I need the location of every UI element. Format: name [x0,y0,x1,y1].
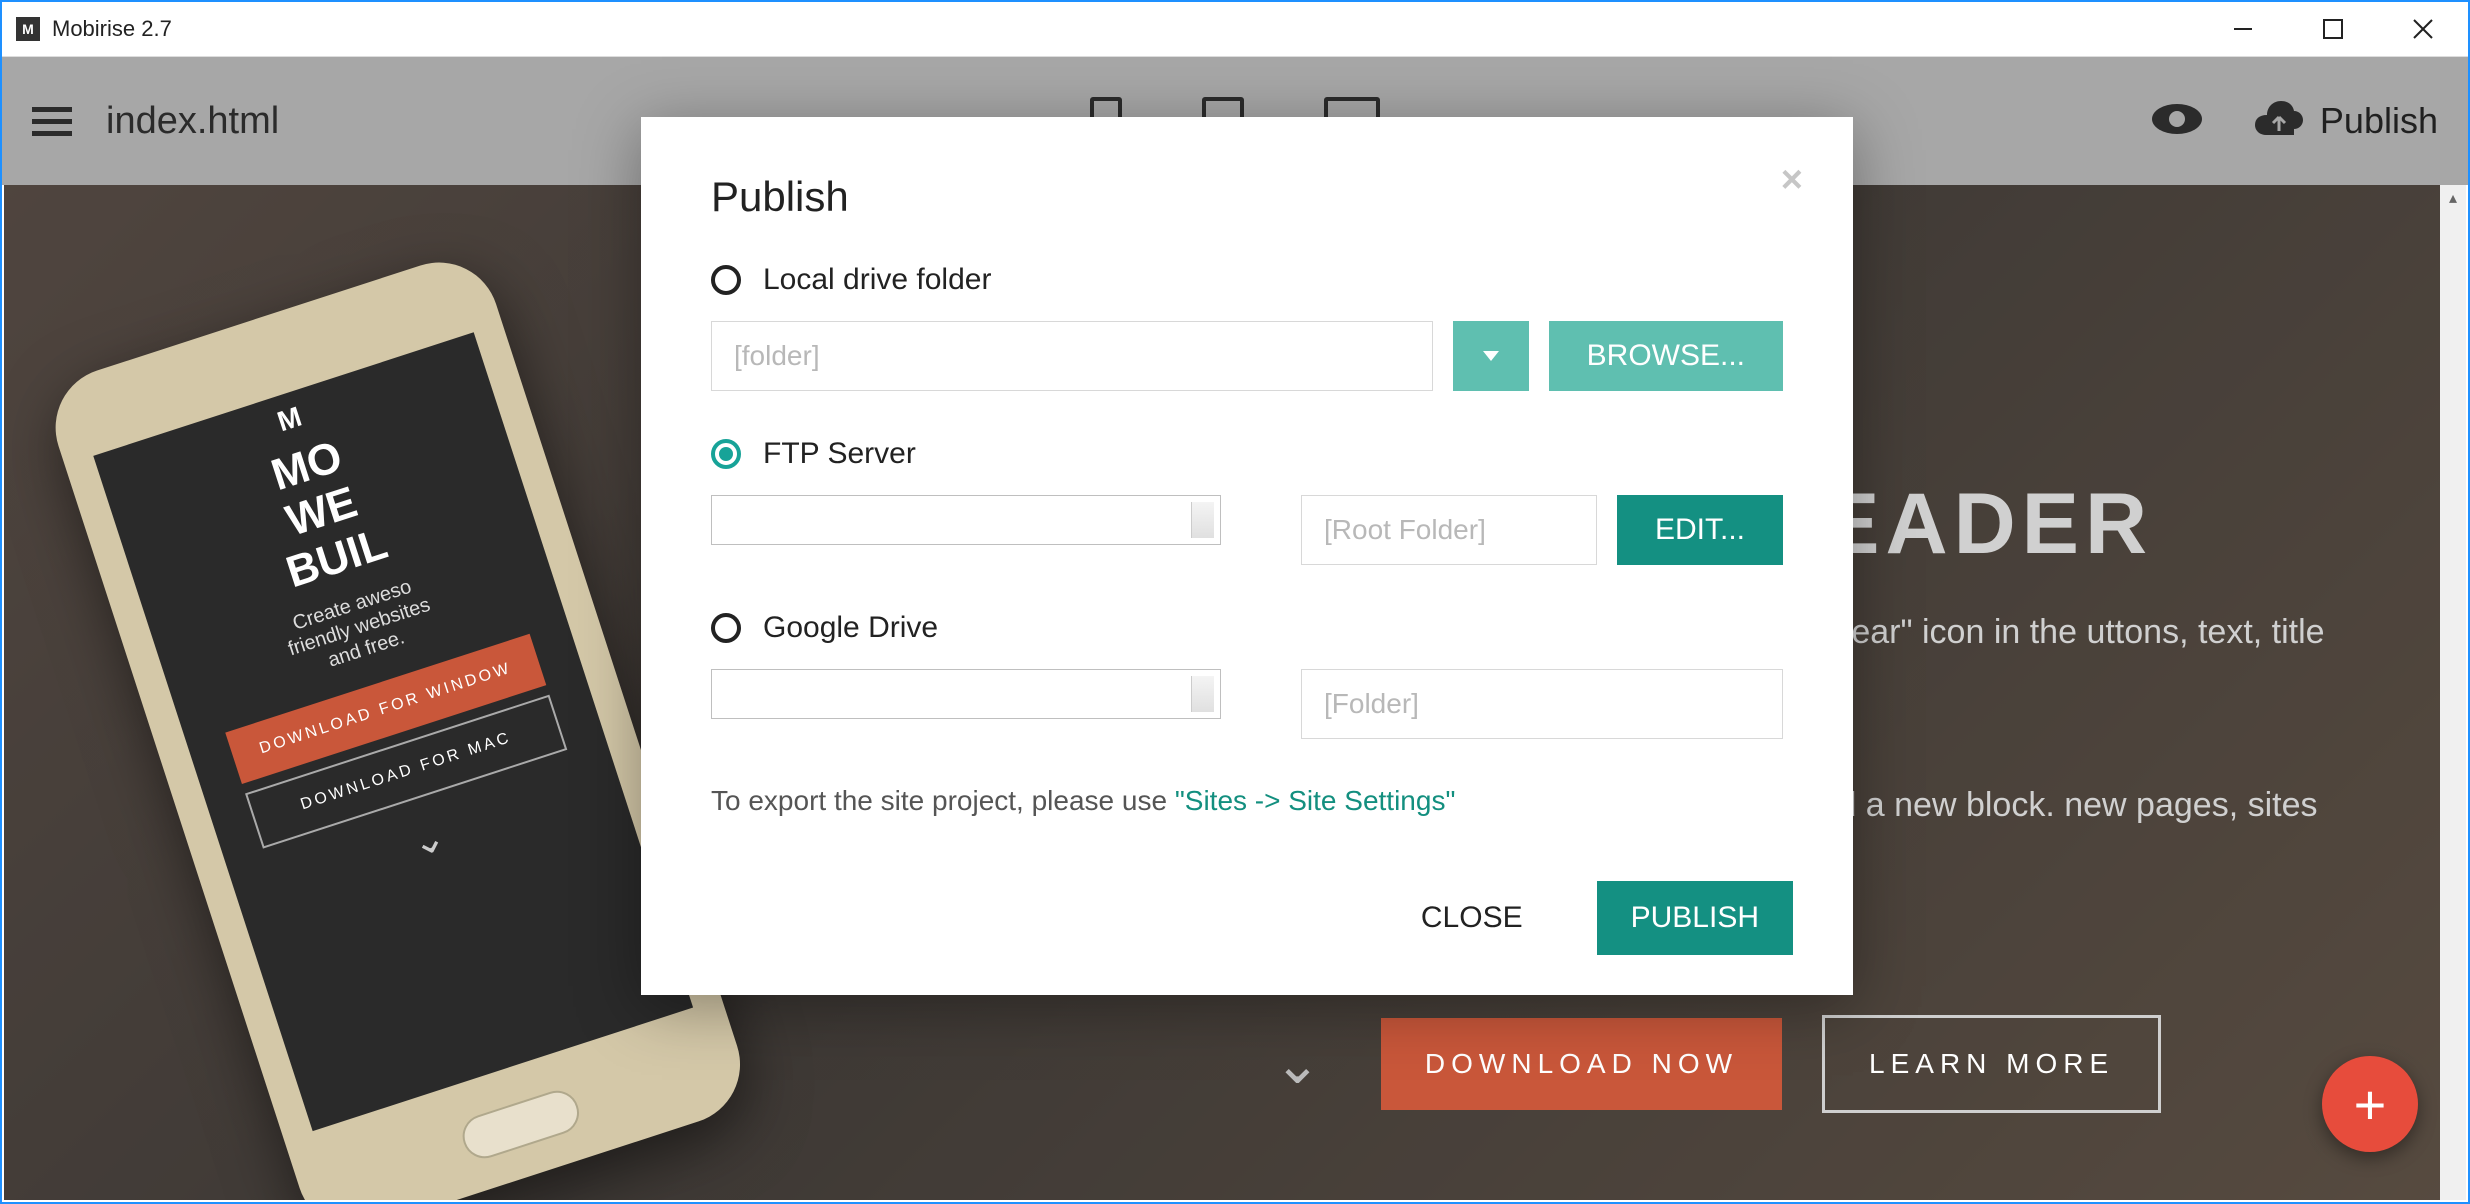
local-folder-input[interactable]: [folder] [711,321,1433,391]
minimize-button[interactable] [2198,2,2288,56]
ftp-edit-button[interactable]: EDIT... [1617,495,1783,565]
ftp-server-select[interactable] [711,495,1221,545]
site-settings-link[interactable]: "Sites -> Site Settings" [1175,785,1456,816]
window-controls [2198,2,2468,56]
phone-home-button [457,1085,585,1164]
learn-more-button[interactable]: LEARN MORE [1822,1015,2161,1113]
gdrive-account-select[interactable] [711,669,1221,719]
dialog-close-icon[interactable]: × [1781,159,1803,202]
download-now-button[interactable]: DOWNLOAD NOW [1381,1018,1782,1110]
add-block-fab[interactable]: + [2322,1056,2418,1152]
publish-button[interactable]: Publish [2254,100,2438,142]
option-local-drive[interactable]: Local drive folder [711,263,1783,297]
title-bar: M Mobirise 2.7 [2,2,2468,57]
radio-icon[interactable] [711,439,741,469]
menu-icon[interactable] [32,107,72,136]
close-window-button[interactable] [2378,2,2468,56]
page-title: index.html [106,100,279,143]
scroll-up-arrow-icon[interactable]: ▴ [2440,185,2466,211]
export-note-text: To export the site project, please use [711,785,1175,816]
plus-icon: + [2354,1072,2387,1137]
phone-chevron-down-icon: ⌄ [405,813,451,867]
dialog-title: Publish [711,173,1783,221]
export-note: To export the site project, please use "… [711,785,1783,817]
dialog-publish-button[interactable]: PUBLISH [1597,881,1793,955]
publish-dialog: Publish × Local drive folder [folder] BR… [641,117,1853,995]
chevron-down-icon: ⌄ [1274,1031,1321,1097]
window-title: Mobirise 2.7 [52,16,172,42]
phone-logo: M [274,399,310,438]
option-gdrive-label: Google Drive [763,611,938,645]
app-icon: M [16,17,40,41]
browse-button[interactable]: BROWSE... [1549,321,1783,391]
option-ftp-label: FTP Server [763,437,916,471]
radio-icon[interactable] [711,613,741,643]
option-local-label: Local drive folder [763,263,991,297]
gdrive-folder-input[interactable]: [Folder] [1301,669,1783,739]
local-folder-dropdown[interactable] [1453,321,1529,391]
preview-icon[interactable] [2150,101,2204,142]
ftp-root-input[interactable]: [Root Folder] [1301,495,1597,565]
dialog-close-button[interactable]: CLOSE [1387,881,1557,955]
maximize-button[interactable] [2288,2,2378,56]
option-google-drive[interactable]: Google Drive [711,611,1783,645]
vertical-scrollbar[interactable]: ▴ [2440,185,2466,1200]
radio-icon[interactable] [711,265,741,295]
option-ftp-server[interactable]: FTP Server [711,437,1783,471]
publish-label: Publish [2320,100,2438,142]
hero-cta-row: ⌄ DOWNLOAD NOW LEARN MORE [1274,1015,2161,1113]
